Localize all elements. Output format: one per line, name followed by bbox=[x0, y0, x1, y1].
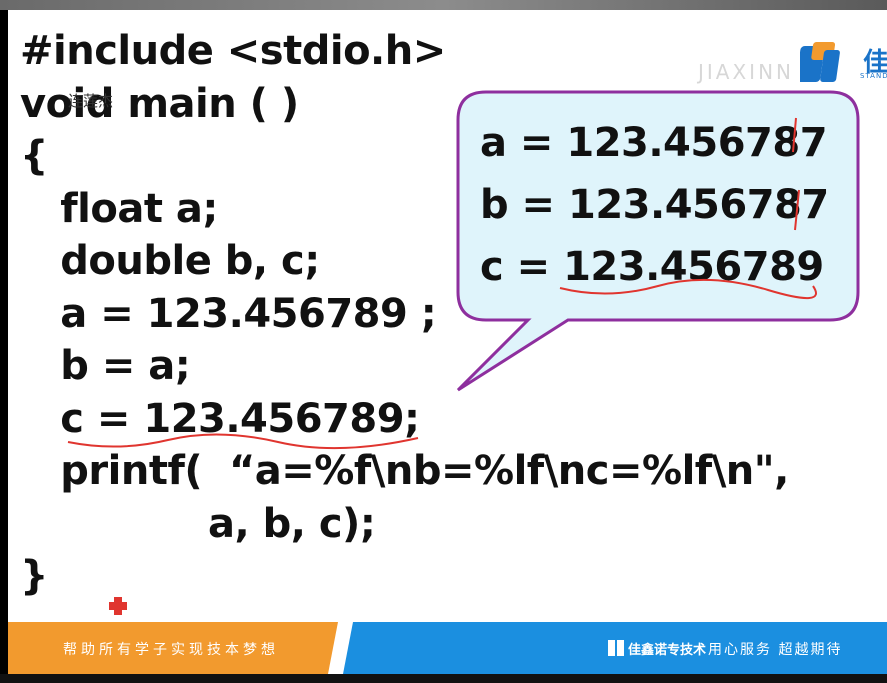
footer-brand-text: 佳鑫诺专技术 bbox=[628, 643, 707, 658]
top-border bbox=[0, 0, 887, 10]
output-line-c: c = 123.456789 bbox=[480, 244, 824, 290]
footer-divider-logo-icon bbox=[328, 622, 353, 674]
footer-banner: 帮助所有学子实现技本梦想 佳鑫诺专技术 用心服务 超越期待 bbox=[8, 622, 887, 674]
red-cross-cursor-icon bbox=[109, 597, 127, 615]
footer-right-slogan: 用心服务 超越期待 bbox=[708, 642, 843, 658]
output-speech-bubble bbox=[456, 90, 860, 392]
footer-brand-logo-icon bbox=[608, 640, 624, 656]
output-line-a: a = 123.456787 bbox=[480, 120, 828, 166]
output-line-b: b = 123.456787 bbox=[480, 182, 829, 228]
footer-left-slogan: 帮助所有学子实现技本梦想 bbox=[63, 642, 279, 658]
slide-canvas: JIAXINN 佳 STAND #include <stdio.h> void m… bbox=[8, 10, 887, 622]
bottom-border bbox=[0, 674, 887, 683]
program-output: a = 123.456787 b = 123.456787 c = 123.4567… bbox=[480, 112, 829, 298]
